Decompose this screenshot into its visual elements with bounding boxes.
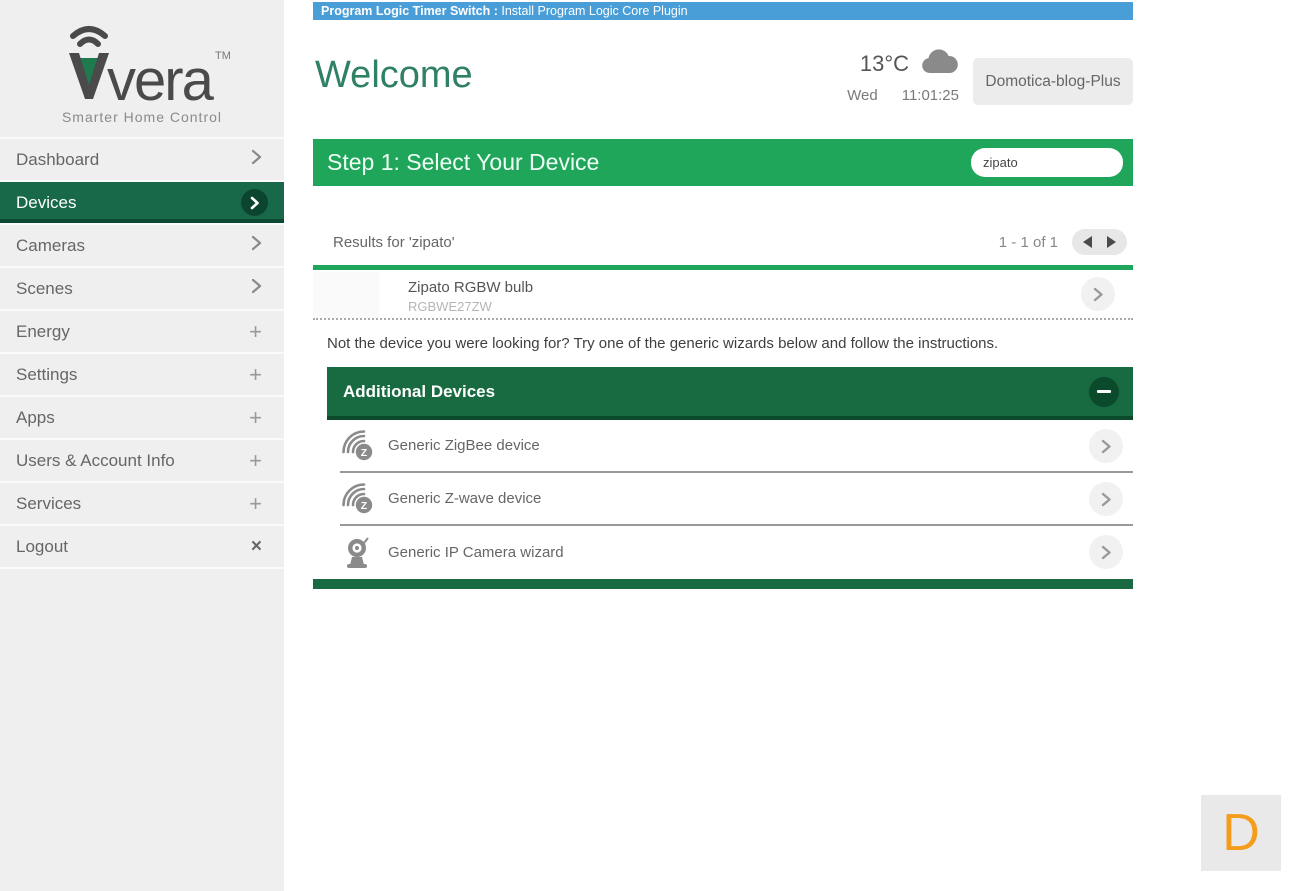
sidebar-item-users-account-info[interactable]: Users & Account Info + <box>0 440 284 483</box>
sidebar-item-label: Cameras <box>16 236 85 256</box>
sidebar-item-dashboard[interactable]: Dashboard <box>0 139 284 182</box>
sidebar-item-devices[interactable]: Devices <box>0 182 284 225</box>
sidebar-item-label: Scenes <box>16 279 73 299</box>
sidebar-item-label: Devices <box>16 193 76 213</box>
sidebar: vera TM Smarter Home Control Dashboard D… <box>0 0 284 891</box>
minus-icon <box>1097 390 1111 393</box>
page-title: Welcome <box>315 54 473 97</box>
app-root: vera TM Smarter Home Control Dashboard D… <box>0 0 1300 891</box>
next-page-button[interactable] <box>1107 236 1116 248</box>
sidebar-item-label: Logout <box>16 537 68 557</box>
device-result-model: RGBWE27ZW <box>408 299 533 314</box>
sidebar-item-label: Apps <box>16 408 55 428</box>
generic-zwave-row[interactable]: Z Generic Z-wave device <box>340 473 1133 526</box>
chevron-right-icon <box>251 149 262 170</box>
sidebar-menu: Dashboard Devices Cameras Scenes Energy … <box>0 137 284 569</box>
additional-devices-list: Z Generic ZigBee device Z <box>340 416 1133 579</box>
plugin-banner[interactable]: Program Logic Timer Switch : Install Pro… <box>313 2 1133 20</box>
triangle-left-icon <box>1083 236 1092 248</box>
vera-tagline: Smarter Home Control <box>62 109 222 125</box>
results-label: Results for 'zipato' <box>333 234 455 251</box>
device-result-row[interactable]: Zipato RGBW bulb RGBWE27ZW <box>313 270 1133 320</box>
vera-brand-text: vera <box>107 48 215 113</box>
weekday-label: Wed <box>847 87 878 104</box>
device-search-input[interactable] <box>971 148 1123 177</box>
zigbee-icon: Z <box>340 430 376 461</box>
generic-wizard-hint: Not the device you were looking for? Try… <box>327 335 1133 353</box>
plus-icon: + <box>249 321 262 343</box>
banner-title: Program Logic Timer Switch : <box>321 4 498 18</box>
generic-zwave-label: Generic Z-wave device <box>388 490 541 507</box>
plus-icon: + <box>249 407 262 429</box>
generic-zigbee-label: Generic ZigBee device <box>388 437 540 454</box>
clock-time: 11:01:25 <box>902 87 959 104</box>
chevron-right-circle-icon[interactable] <box>1081 277 1115 311</box>
plus-icon: + <box>249 493 262 515</box>
results-count: 1 - 1 of 1 <box>999 234 1058 251</box>
sidebar-item-settings[interactable]: Settings + <box>0 354 284 397</box>
page-header: Welcome 13°C Wed 11:01:25 Domotica-blog-… <box>313 20 1133 139</box>
sidebar-item-label: Services <box>16 494 81 514</box>
temperature-value: 13°C <box>860 51 909 77</box>
close-icon: × <box>251 537 262 556</box>
step1-title: Step 1: Select Your Device <box>327 149 599 176</box>
domotica-logo-letter: D <box>1222 803 1260 863</box>
device-result-title: Zipato RGBW bulb <box>408 279 533 296</box>
vera-tm-text: TM <box>215 50 231 62</box>
results-header: Results for 'zipato' 1 - 1 of 1 <box>313 223 1133 261</box>
main-content: Program Logic Timer Switch : Install Pro… <box>313 0 1133 589</box>
chevron-right-circle-icon[interactable] <box>1089 482 1123 516</box>
device-thumbnail <box>313 272 379 318</box>
header-right: 13°C Wed 11:01:25 Domotica-blog-Plus <box>847 46 1133 105</box>
vera-logo: vera TM Smarter Home Control <box>0 0 284 137</box>
chevron-right-circle-icon <box>241 189 268 216</box>
sidebar-item-logout[interactable]: Logout × <box>0 526 284 569</box>
pagination <box>1072 229 1127 255</box>
controller-select-button[interactable]: Domotica-blog-Plus <box>973 58 1133 105</box>
svg-text:Z: Z <box>361 447 368 459</box>
sidebar-item-label: Dashboard <box>16 150 99 170</box>
plus-icon: + <box>249 450 262 472</box>
sidebar-item-apps[interactable]: Apps + <box>0 397 284 440</box>
generic-ip-camera-label: Generic IP Camera wizard <box>388 544 564 561</box>
zwave-icon: Z <box>340 483 376 514</box>
domotica-logo: D <box>1201 795 1281 871</box>
additional-devices-header[interactable]: Additional Devices <box>327 367 1133 416</box>
sidebar-item-label: Settings <box>16 365 77 385</box>
plus-icon: + <box>249 364 262 386</box>
banner-subtitle: Install Program Logic Core Plugin <box>501 4 687 18</box>
sidebar-item-label: Users & Account Info <box>16 451 175 471</box>
sidebar-item-services[interactable]: Services + <box>0 483 284 526</box>
cloud-icon <box>919 48 959 80</box>
section-bottom-bar <box>313 579 1133 589</box>
step1-header: Step 1: Select Your Device <box>313 139 1133 186</box>
vera-logo-icon: vera TM <box>47 23 237 115</box>
additional-devices-title: Additional Devices <box>343 382 495 402</box>
sidebar-item-label: Energy <box>16 322 70 342</box>
ip-camera-icon <box>340 537 376 569</box>
weather-widget: 13°C Wed 11:01:25 <box>847 48 959 105</box>
generic-ip-camera-row[interactable]: Generic IP Camera wizard <box>340 526 1133 579</box>
svg-text:Z: Z <box>361 500 368 512</box>
generic-zigbee-row[interactable]: Z Generic ZigBee device <box>340 420 1133 473</box>
chevron-right-icon <box>251 278 262 299</box>
results-pagination-group: 1 - 1 of 1 <box>999 229 1127 255</box>
collapse-additional-devices-button[interactable] <box>1089 377 1119 407</box>
sidebar-item-scenes[interactable]: Scenes <box>0 268 284 311</box>
chevron-right-icon <box>251 235 262 256</box>
sidebar-item-cameras[interactable]: Cameras <box>0 225 284 268</box>
device-result-text: Zipato RGBW bulb RGBWE27ZW <box>408 279 533 314</box>
chevron-right-circle-icon[interactable] <box>1089 429 1123 463</box>
prev-page-button[interactable] <box>1083 236 1092 248</box>
chevron-right-circle-icon[interactable] <box>1089 535 1123 569</box>
triangle-right-icon <box>1107 236 1116 248</box>
sidebar-item-energy[interactable]: Energy + <box>0 311 284 354</box>
